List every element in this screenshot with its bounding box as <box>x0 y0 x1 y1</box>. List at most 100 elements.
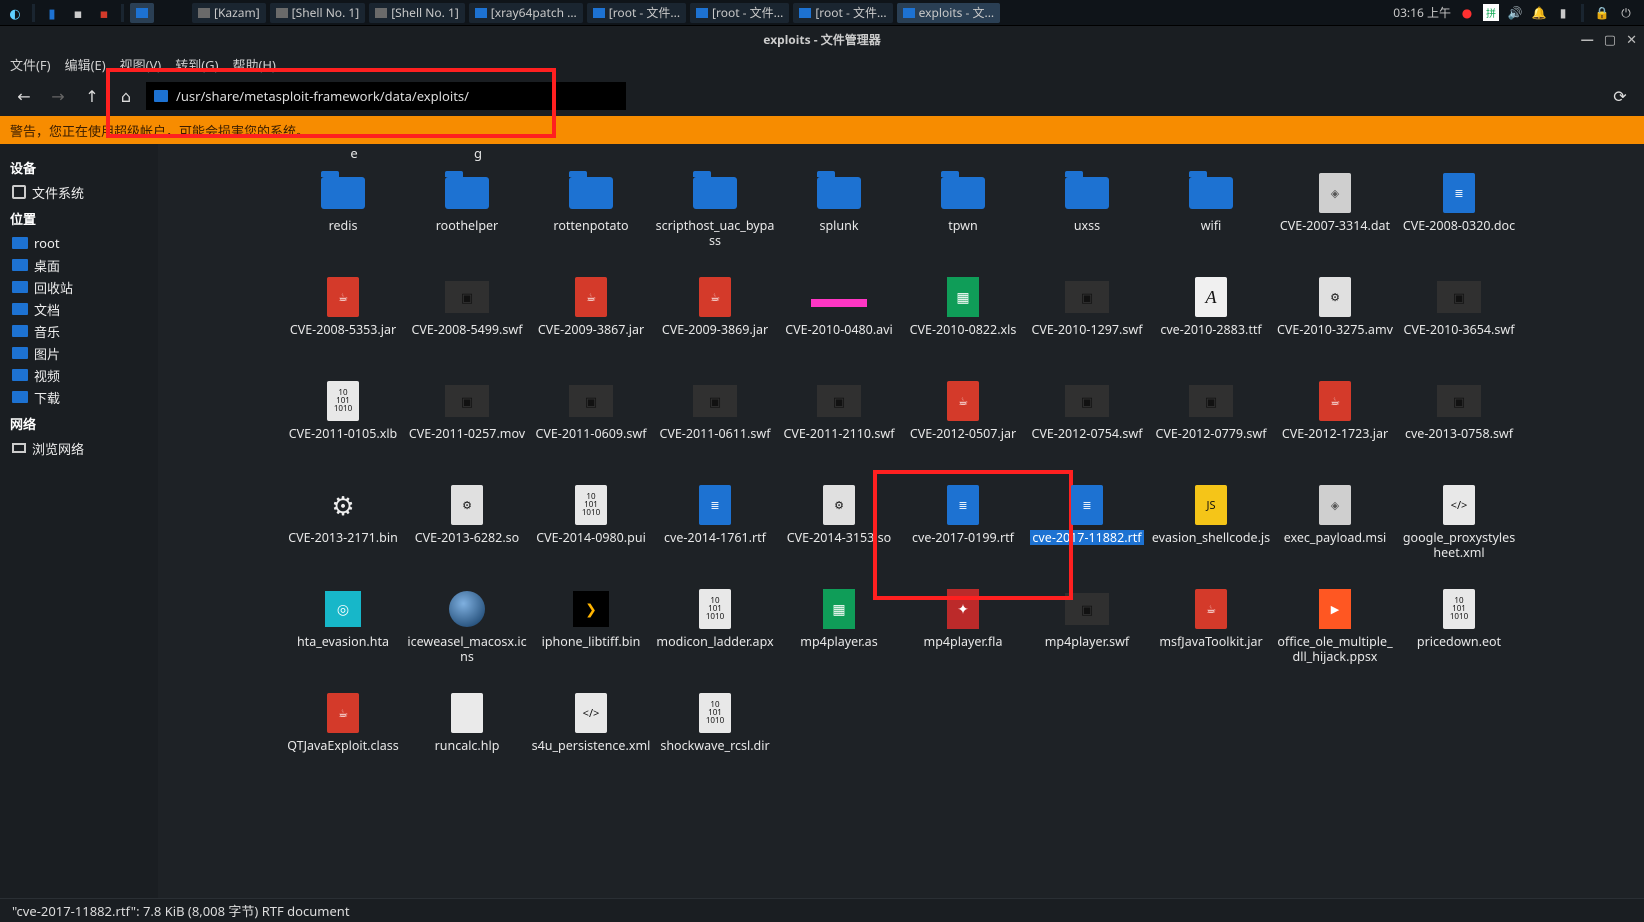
back-button[interactable]: ← <box>10 82 38 110</box>
file-item[interactable]: iceweasel_macosx.icns <box>405 582 529 682</box>
taskbar-item-shell2[interactable]: [Shell No. 1] <box>369 3 465 23</box>
sidebar-item-browse-network[interactable]: 浏览网络 <box>0 437 158 459</box>
battery-icon[interactable]: ▮ <box>1555 4 1571 21</box>
sidebar-item-videos[interactable]: 视频 <box>0 364 158 386</box>
file-item[interactable]: ▣CVE-2010-1297.swf <box>1025 270 1149 370</box>
file-item[interactable]: ≣cve-2017-0199.rtf <box>901 478 1025 578</box>
sidebar-item-trash[interactable]: 回收站 <box>0 276 158 298</box>
file-grid-area[interactable]: eg redisroothelperrottenpotatoscripthost… <box>158 144 1644 898</box>
menu-view[interactable]: 视图(V) <box>120 55 162 74</box>
ime-icon[interactable]: 拼 <box>1483 4 1499 21</box>
file-item[interactable]: JSevasion_shellcode.js <box>1149 478 1273 578</box>
menu-help[interactable]: 帮助(H) <box>232 55 275 74</box>
file-item[interactable]: ▦mp4player.as <box>777 582 901 682</box>
taskbar-item-root3[interactable]: [root - 文件... <box>793 3 892 23</box>
file-item[interactable]: Acve-2010-2883.ttf <box>1149 270 1273 370</box>
file-item[interactable]: ◈exec_payload.msi <box>1273 478 1397 578</box>
taskbar-item-exploits[interactable]: exploits - 文... <box>897 3 1001 23</box>
quick-settings-icon[interactable]: ▪ <box>93 4 115 22</box>
file-item[interactable]: tpwn <box>901 166 1025 266</box>
file-item[interactable]: 101011010shockwave_rcsl.dir <box>653 686 777 786</box>
file-item[interactable]: ☕CVE-2009-3869.jar <box>653 270 777 370</box>
file-item[interactable]: ◈CVE-2007-3314.dat <box>1273 166 1397 266</box>
menu-edit[interactable]: 编辑(E) <box>65 55 106 74</box>
power-icon[interactable]: ⏻ <box>1618 4 1634 21</box>
notification-icon[interactable]: 🔔 <box>1531 4 1547 21</box>
up-button[interactable]: ↑ <box>78 82 106 110</box>
file-item[interactable]: splunk <box>777 166 901 266</box>
file-item[interactable]: ⚙CVE-2010-3275.amv <box>1273 270 1397 370</box>
maximize-button[interactable]: ▢ <box>1601 30 1619 48</box>
file-item[interactable]: ☕msfJavaToolkit.jar <box>1149 582 1273 682</box>
file-item[interactable]: ⚙CVE-2013-6282.so <box>405 478 529 578</box>
previous-row-fragment: eg <box>168 144 1634 166</box>
sidebar-item-desktop[interactable]: 桌面 <box>0 254 158 276</box>
close-button[interactable]: ✕ <box>1623 30 1640 48</box>
file-item[interactable]: ☕CVE-2012-0507.jar <box>901 374 1025 474</box>
file-item[interactable]: ≣cve-2017-11882.rtf <box>1025 478 1149 578</box>
lock-icon[interactable]: 🔒 <box>1594 4 1610 21</box>
file-item[interactable]: ▣CVE-2010-3654.swf <box>1397 270 1521 370</box>
file-item[interactable]: ☕QTJavaExploit.class <box>281 686 405 786</box>
reload-button[interactable]: ⟳ <box>1606 82 1634 110</box>
file-item[interactable]: ▣CVE-2011-2110.swf <box>777 374 901 474</box>
menu-go[interactable]: 转到(G) <box>175 55 218 74</box>
file-item[interactable]: ▣CVE-2011-0611.swf <box>653 374 777 474</box>
file-item[interactable]: ☕CVE-2008-5353.jar <box>281 270 405 370</box>
taskbar-item-shell1[interactable]: [Shell No. 1] <box>270 3 366 23</box>
file-item[interactable]: rottenpotato <box>529 166 653 266</box>
file-item[interactable]: ▣CVE-2011-0609.swf <box>529 374 653 474</box>
taskbar-item-root2[interactable]: [root - 文件... <box>690 3 789 23</box>
file-item[interactable]: ▶office_ole_multiple_dll_hijack.ppsx <box>1273 582 1397 682</box>
file-item[interactable]: ≣CVE-2008-0320.doc <box>1397 166 1521 266</box>
file-item[interactable]: ❯iphone_libtiff.bin <box>529 582 653 682</box>
file-item[interactable]: ▣CVE-2011-0257.mov <box>405 374 529 474</box>
sidebar-item-downloads[interactable]: 下载 <box>0 386 158 408</box>
file-item[interactable]: ▣CVE-2012-0754.swf <box>1025 374 1149 474</box>
taskbar-current[interactable] <box>130 3 154 23</box>
file-item[interactable]: </>google_proxystylesheet.xml <box>1397 478 1521 578</box>
volume-icon[interactable]: 🔊 <box>1507 4 1523 21</box>
file-item[interactable]: 101011010CVE-2011-0105.xlb <box>281 374 405 474</box>
file-item[interactable]: ⚙CVE-2014-3153.so <box>777 478 901 578</box>
file-item[interactable]: ▣CVE-2008-5499.swf <box>405 270 529 370</box>
file-item[interactable]: redis <box>281 166 405 266</box>
file-item[interactable]: roothelper <box>405 166 529 266</box>
sidebar-item-documents[interactable]: 文档 <box>0 298 158 320</box>
file-item[interactable]: ☕CVE-2009-3867.jar <box>529 270 653 370</box>
sidebar-item-pictures[interactable]: 图片 <box>0 342 158 364</box>
file-item[interactable]: runcalc.hlp <box>405 686 529 786</box>
sidebar-item-root[interactable]: root <box>0 232 158 254</box>
file-item[interactable]: ☕CVE-2012-1723.jar <box>1273 374 1397 474</box>
sidebar-item-filesystem[interactable]: 文件系统 <box>0 181 158 203</box>
taskbar-item-root1[interactable]: [root - 文件... <box>587 3 686 23</box>
quick-terminal-icon[interactable]: ▪ <box>67 4 89 22</box>
file-item[interactable]: wifi <box>1149 166 1273 266</box>
file-item[interactable]: ⚙CVE-2013-2171.bin <box>281 478 405 578</box>
file-item[interactable]: 101011010modicon_ladder.apx <box>653 582 777 682</box>
file-item[interactable]: ▣mp4player.swf <box>1025 582 1149 682</box>
taskbar-item-xray[interactable]: [xray64patch ... <box>469 3 583 23</box>
file-item[interactable]: ◎hta_evasion.hta <box>281 582 405 682</box>
file-item[interactable]: ▣CVE-2012-0779.swf <box>1149 374 1273 474</box>
file-item[interactable]: uxss <box>1025 166 1149 266</box>
file-item[interactable]: ▦CVE-2010-0822.xls <box>901 270 1025 370</box>
file-item[interactable]: 101011010CVE-2014-0980.pui <box>529 478 653 578</box>
file-item[interactable]: ▣cve-2013-0758.swf <box>1397 374 1521 474</box>
home-button[interactable]: ⌂ <box>112 82 140 110</box>
file-item[interactable]: ≣cve-2014-1761.rtf <box>653 478 777 578</box>
file-item[interactable]: ✦mp4player.fla <box>901 582 1025 682</box>
quick-folder-icon[interactable]: ▮ <box>41 4 63 22</box>
file-item[interactable]: scripthost_uac_bypass <box>653 166 777 266</box>
app-menu-icon[interactable]: ◐ <box>4 4 26 22</box>
forward-button[interactable]: → <box>44 82 72 110</box>
file-item[interactable]: </>s4u_persistence.xml <box>529 686 653 786</box>
file-item[interactable]: CVE-2010-0480.avi <box>777 270 901 370</box>
taskbar-item-kazam[interactable]: [Kazam] <box>192 3 266 23</box>
sidebar-item-music[interactable]: 音乐 <box>0 320 158 342</box>
menu-file[interactable]: 文件(F) <box>10 55 51 74</box>
minimize-button[interactable]: — <box>1578 30 1597 48</box>
file-item[interactable]: 101011010pricedown.eot <box>1397 582 1521 682</box>
address-bar[interactable]: /usr/share/metasploit-framework/data/exp… <box>146 82 626 110</box>
record-icon[interactable]: ● <box>1459 4 1475 21</box>
